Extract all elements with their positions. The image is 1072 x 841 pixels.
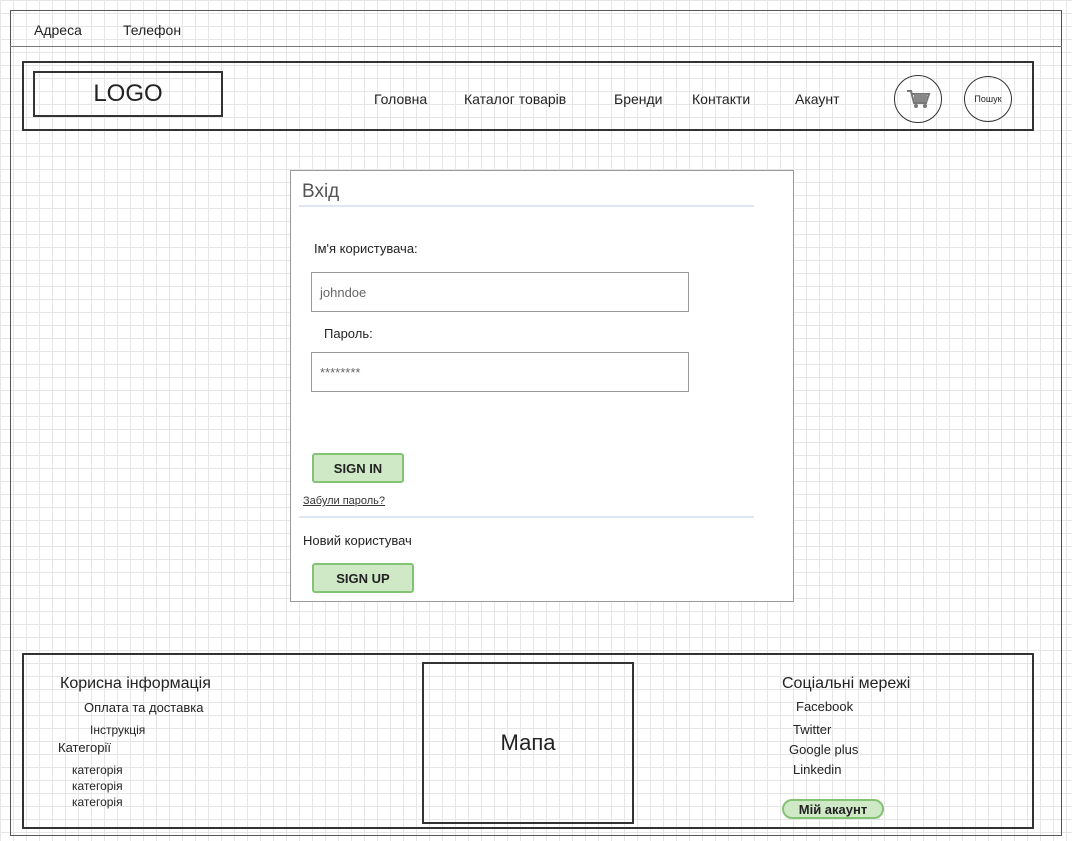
nav-home[interactable]: Головна [374,91,427,107]
categories-title: Категорії [58,740,111,755]
category-link[interactable]: категорія [72,779,123,793]
login-panel: Вхід Ім'я користувача: johndoe Пароль: *… [290,170,794,602]
username-field[interactable]: johndoe [311,272,689,312]
cart-button[interactable] [894,75,942,123]
forgot-password-link[interactable]: Забули пароль? [303,495,385,507]
login-title: Вхід [302,181,340,202]
footer-link[interactable]: Інструкція [90,723,145,737]
new-user-label: Новий користувач [303,533,412,548]
address-link[interactable]: Адреса [34,22,82,38]
sign-in-button[interactable]: SIGN IN [312,453,404,483]
footer-link[interactable]: Оплата та доставка [84,700,203,715]
divider [299,516,754,518]
facebook-link[interactable]: Facebook [796,699,853,714]
linkedin-link[interactable]: Linkedin [793,762,841,777]
useful-info-title: Корисна інформація [60,675,211,692]
top-bar: Адреса Телефон [10,12,1062,47]
divider [299,205,754,207]
search-button[interactable]: Пошук [964,76,1012,122]
site-footer: Корисна інформація Оплата та доставка Ін… [22,653,1034,829]
social-title: Соціальні мережі [782,675,911,692]
map-placeholder: Мапа [422,662,634,824]
google-plus-link[interactable]: Google plus [789,742,858,757]
site-header: LOGO Головна Каталог товарів Бренди Конт… [22,61,1034,131]
twitter-link[interactable]: Twitter [793,722,831,737]
sign-up-button[interactable]: SIGN UP [312,563,414,593]
cart-icon [907,90,931,108]
logo[interactable]: LOGO [33,71,223,117]
nav-brands[interactable]: Бренди [614,91,662,107]
nav-catalog[interactable]: Каталог товарів [464,91,566,107]
nav-account[interactable]: Акаунт [795,91,840,107]
category-link[interactable]: категорія [72,763,123,777]
password-field[interactable]: ******** [311,352,689,392]
category-link[interactable]: категорія [72,795,123,809]
phone-link[interactable]: Телефон [123,22,181,38]
nav-contacts[interactable]: Контакти [692,91,750,107]
my-account-button[interactable]: Мій акаунт [782,799,884,819]
password-label: Пароль: [324,326,373,341]
username-label: Ім'я користувача: [314,241,418,256]
